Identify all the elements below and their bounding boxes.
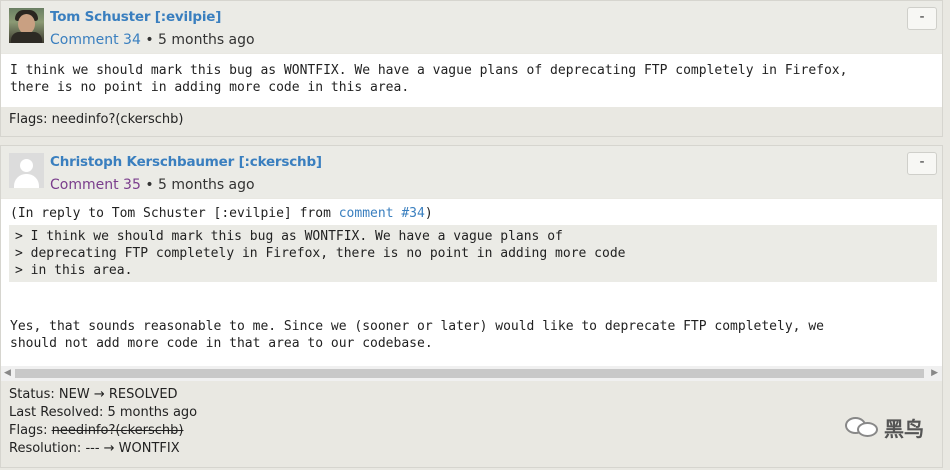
- arrow-right-icon[interactable]: ▶: [931, 368, 938, 378]
- last-resolved: Last Resolved: 5 months ago: [9, 405, 198, 420]
- flags-change: Flags: needinfo?(ckerschb): [9, 423, 184, 438]
- comment-34: Tom Schuster [:evilpie] Comment 34 • 5 m…: [0, 0, 943, 137]
- watermark-text: 黑鸟: [884, 416, 924, 441]
- status-change: Status: NEW → RESOLVED: [9, 387, 178, 402]
- flags-text: Flags: needinfo?(ckerschb): [9, 112, 184, 127]
- author-name[interactable]: Christoph Kerschbaumer [:ckerschb]: [50, 154, 322, 170]
- comment-body: (In reply to Tom Schuster [:evilpie] fro…: [1, 199, 942, 366]
- quote-line: > in this area.: [15, 263, 133, 278]
- avatar[interactable]: [9, 8, 44, 43]
- avatar[interactable]: [9, 153, 44, 188]
- comment-35: Christoph Kerschbaumer [:ckerschb] Comme…: [0, 145, 943, 468]
- comment-body: I think we should mark this bug as WONTF…: [1, 54, 942, 107]
- watermark: 黑鸟: [845, 414, 924, 441]
- comment-header: Tom Schuster [:evilpie] Comment 34 • 5 m…: [1, 1, 942, 53]
- comment-text-line: Yes, that sounds reasonable to me. Since…: [10, 319, 824, 334]
- comment-link[interactable]: Comment 35: [50, 177, 141, 193]
- scrollbar-thumb[interactable]: [15, 369, 924, 378]
- comment-flags: Flags: needinfo?(ckerschb): [1, 111, 942, 129]
- comment-text-line: should not add more code in that area to…: [10, 336, 433, 351]
- comment-meta: Comment 35 • 5 months ago: [50, 177, 255, 193]
- resolution-change: Resolution: --- → WONTFIX: [9, 441, 180, 456]
- comment-changes: Status: NEW → RESOLVED Last Resolved: 5 …: [1, 386, 942, 458]
- comment-link[interactable]: Comment 34: [50, 32, 141, 48]
- quote-line: > I think we should mark this bug as WON…: [15, 229, 563, 244]
- author-name[interactable]: Tom Schuster [:evilpie]: [50, 9, 221, 25]
- quote-line: > deprecating FTP completely in Firefox,…: [15, 246, 626, 261]
- wechat-icon: [845, 416, 879, 438]
- comment-header: Christoph Kerschbaumer [:ckerschb] Comme…: [1, 146, 942, 198]
- quoted-text: > I think we should mark this bug as WON…: [9, 225, 937, 282]
- comment-meta: Comment 34 • 5 months ago: [50, 32, 255, 48]
- comment-time: • 5 months ago: [145, 177, 255, 193]
- collapse-button[interactable]: -: [907, 152, 937, 175]
- arrow-left-icon[interactable]: ◀: [4, 368, 11, 378]
- reply-header: (In reply to Tom Schuster [:evilpie] fro…: [10, 206, 433, 221]
- comment-text-line: I think we should mark this bug as WONTF…: [10, 63, 848, 78]
- horizontal-scrollbar[interactable]: ◀ ▶: [1, 366, 942, 381]
- comment-time: • 5 months ago: [145, 32, 255, 48]
- reply-text: Yes, that sounds reasonable to me. Since…: [10, 318, 933, 352]
- comment-text-line: there is no point in adding more code in…: [10, 80, 410, 95]
- reply-comment-link[interactable]: comment #34: [339, 206, 425, 221]
- collapse-button[interactable]: -: [907, 7, 937, 30]
